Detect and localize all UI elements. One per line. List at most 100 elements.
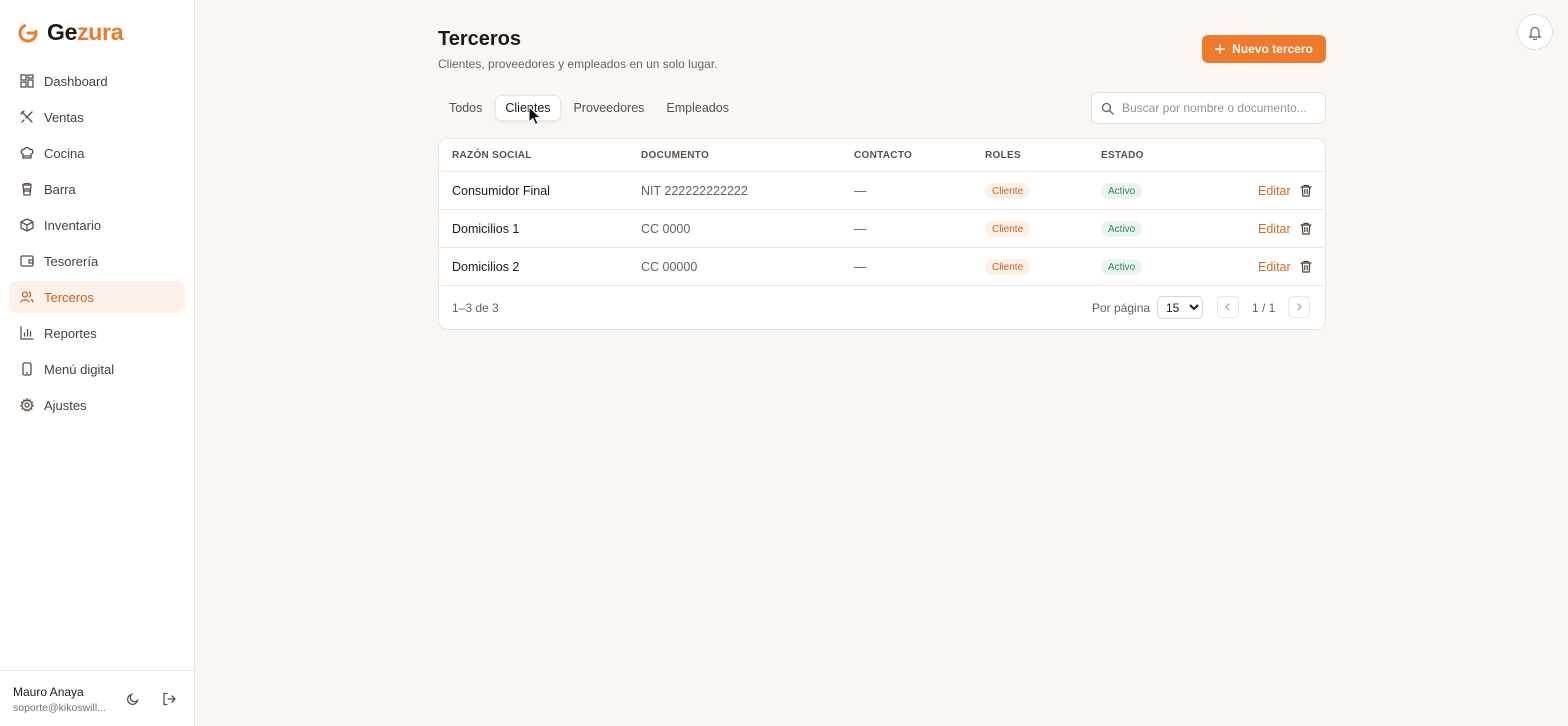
row-name: Domicilios 2 — [452, 260, 520, 274]
bar-chart-icon — [20, 326, 34, 340]
tab-todos[interactable]: Todos — [440, 95, 491, 121]
table-row: Consumidor Final NIT 222222222222 — Clie… — [439, 172, 1325, 210]
role-badge: Cliente — [985, 221, 1031, 237]
col-documento: DOCUMENTO — [641, 150, 710, 161]
sidebar-nav: Dashboard Ventas Cocina Barra Inventario… — [9, 65, 185, 425]
sidebar-item-barra[interactable]: Barra — [9, 173, 185, 205]
pagination-range: 1–3 de 3 — [452, 301, 499, 315]
sidebar-item-dashboard[interactable]: Dashboard — [9, 65, 185, 97]
sidebar-item-terceros[interactable]: Terceros — [9, 281, 185, 313]
utensils-icon — [20, 110, 34, 124]
status-badge: Activo — [1101, 221, 1143, 237]
user-name: Mauro Anaya — [13, 685, 84, 699]
row-contact: — — [854, 184, 867, 198]
pagination: 1–3 de 3 Por página 15 1 / 1 — [439, 286, 1325, 329]
trash-icon — [1300, 184, 1312, 197]
table-row: Domicilios 1 CC 0000 — Cliente Activo Ed… — [439, 210, 1325, 248]
bell-icon — [1528, 25, 1542, 40]
page-indicator: 1 / 1 — [1252, 301, 1276, 315]
smartphone-icon — [20, 362, 34, 376]
col-estado: ESTADO — [1101, 150, 1144, 161]
chevron-left-icon — [1224, 303, 1232, 311]
row-contact: — — [854, 222, 867, 236]
users-icon — [20, 290, 34, 304]
package-icon — [20, 218, 34, 232]
logout-button[interactable] — [160, 690, 178, 708]
per-page-select[interactable]: 15 — [1157, 296, 1203, 319]
table-header: RAZÓN SOCIAL DOCUMENTO CONTACTO ROLES ES… — [439, 139, 1325, 172]
delete-button[interactable] — [1300, 184, 1312, 197]
terceros-table: RAZÓN SOCIAL DOCUMENTO CONTACTO ROLES ES… — [438, 138, 1326, 330]
tab-empleados[interactable]: Empleados — [657, 95, 738, 121]
next-page-button[interactable] — [1288, 296, 1310, 318]
sidebar-item-label: Terceros — [44, 289, 94, 305]
sidebar-item-label: Inventario — [44, 217, 102, 233]
sidebar-item-inventario[interactable]: Inventario — [9, 209, 185, 241]
gezura-logo-icon — [17, 22, 39, 44]
table-row: Domicilios 2 CC 00000 — Cliente Activo E… — [439, 248, 1325, 286]
edit-button[interactable]: Editar — [1258, 222, 1291, 236]
page-subtitle: Clientes, proveedores y empleados en un … — [438, 57, 718, 71]
edit-button[interactable]: Editar — [1258, 260, 1291, 274]
status-badge: Activo — [1101, 183, 1143, 199]
chevron-right-icon — [1295, 303, 1303, 311]
cup-icon — [20, 182, 34, 196]
new-tercero-label: Nuevo tercero — [1232, 42, 1313, 56]
notifications-button[interactable] — [1517, 14, 1553, 50]
trash-icon — [1300, 260, 1312, 273]
theme-toggle-button[interactable] — [124, 690, 142, 708]
user-panel: Mauro Anaya soporte@kikoswill... — [0, 670, 195, 726]
row-name: Domicilios 1 — [452, 222, 520, 236]
dashboard-icon — [20, 74, 34, 88]
trash-icon — [1300, 222, 1312, 235]
mouse-cursor-icon — [528, 106, 542, 126]
sidebar-item-ajustes[interactable]: Ajustes — [9, 389, 185, 421]
sidebar: Gezura Dashboard Ventas Cocina Barra Inv… — [0, 0, 195, 726]
row-document: CC 00000 — [641, 260, 698, 274]
prev-page-button[interactable] — [1217, 296, 1239, 318]
col-roles: ROLES — [985, 150, 1021, 161]
gear-icon — [20, 398, 34, 412]
col-contacto: CONTACTO — [854, 150, 913, 161]
role-badge: Cliente — [985, 259, 1031, 275]
search-input[interactable] — [1122, 101, 1317, 115]
sidebar-item-label: Cocina — [44, 145, 85, 161]
sidebar-item-menu-digital[interactable]: Menú digital — [9, 353, 185, 385]
per-page-label: Por página — [1092, 301, 1151, 315]
brand-name: Gezura — [47, 19, 124, 45]
row-contact: — — [854, 260, 867, 274]
page-title: Terceros — [438, 28, 522, 50]
brand-logo[interactable]: Gezura — [17, 19, 123, 46]
sidebar-item-label: Tesorería — [44, 253, 99, 269]
sidebar-item-label: Barra — [44, 181, 76, 197]
row-document: NIT 222222222222 — [641, 184, 748, 198]
plus-icon — [1215, 44, 1225, 54]
delete-button[interactable] — [1300, 222, 1312, 235]
chef-hat-icon — [20, 146, 34, 160]
search-box — [1091, 92, 1326, 124]
logout-icon — [162, 692, 176, 706]
row-document: CC 0000 — [641, 222, 691, 236]
search-icon — [1101, 102, 1114, 115]
col-razon-social: RAZÓN SOCIAL — [452, 150, 532, 161]
edit-button[interactable]: Editar — [1258, 184, 1291, 198]
user-email: soporte@kikoswill... — [13, 702, 106, 714]
sidebar-item-label: Ventas — [44, 109, 84, 125]
tab-proveedores[interactable]: Proveedores — [565, 95, 654, 121]
new-tercero-button[interactable]: Nuevo tercero — [1202, 35, 1326, 63]
sidebar-item-label: Menú digital — [44, 361, 115, 377]
sidebar-item-label: Reportes — [44, 325, 97, 341]
sidebar-item-ventas[interactable]: Ventas — [9, 101, 185, 133]
role-badge: Cliente — [985, 183, 1031, 199]
wallet-icon — [20, 254, 34, 268]
moon-icon — [126, 692, 140, 706]
sidebar-item-tesoreria[interactable]: Tesorería — [9, 245, 185, 277]
sidebar-item-label: Dashboard — [44, 73, 108, 89]
sidebar-item-cocina[interactable]: Cocina — [9, 137, 185, 169]
status-badge: Activo — [1101, 259, 1143, 275]
delete-button[interactable] — [1300, 260, 1312, 273]
row-name: Consumidor Final — [452, 184, 550, 198]
sidebar-item-reportes[interactable]: Reportes — [9, 317, 185, 349]
sidebar-item-label: Ajustes — [44, 397, 87, 413]
filter-tabs: Todos Clientes Proveedores Empleados — [440, 95, 738, 121]
